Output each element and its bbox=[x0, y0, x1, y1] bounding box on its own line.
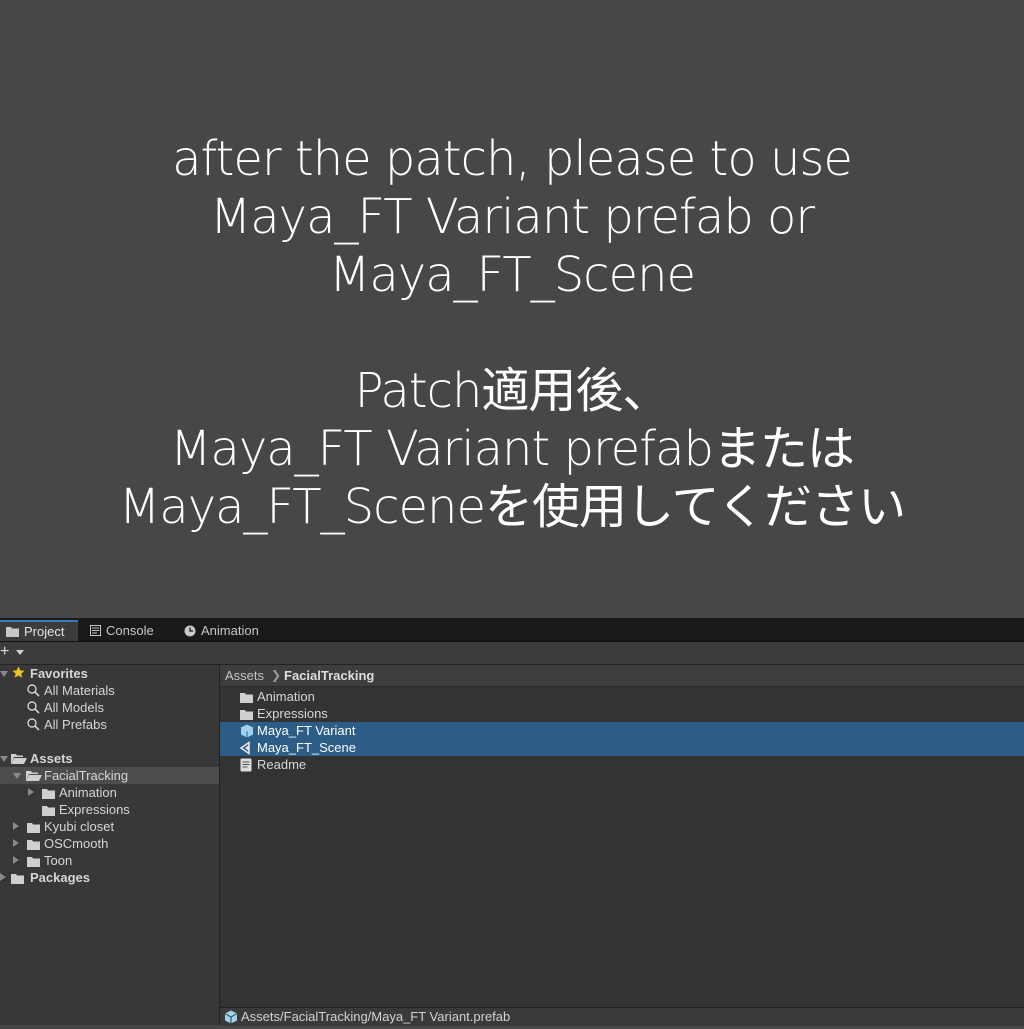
expand-arrow-icon[interactable] bbox=[0, 671, 8, 677]
file-row-expressions[interactable]: Expressions bbox=[220, 705, 1024, 722]
tree-label: Kyubi closet bbox=[44, 819, 115, 834]
tab-label: Console bbox=[106, 623, 154, 638]
animation-clock-icon bbox=[184, 625, 196, 637]
folder-icon bbox=[6, 626, 19, 637]
prefab-variant-icon bbox=[224, 1010, 238, 1029]
file-label: Animation bbox=[257, 689, 315, 704]
english-line-1: after the patch, please to use bbox=[172, 131, 853, 187]
star-icon bbox=[12, 666, 25, 683]
expand-arrow-icon[interactable] bbox=[0, 756, 8, 762]
tree-label: Animation bbox=[59, 785, 117, 800]
status-bar: Assets/FacialTracking/Maya_FT Variant.pr… bbox=[220, 1007, 1024, 1026]
breadcrumb-assets[interactable]: Assets bbox=[225, 665, 264, 686]
tab-console[interactable]: Console bbox=[84, 620, 174, 641]
selected-asset-path: Assets/FacialTracking/Maya_FT Variant.pr… bbox=[241, 1009, 511, 1024]
tree-label: OSCmooth bbox=[44, 836, 109, 851]
tree-label: Packages bbox=[30, 870, 90, 885]
tree-item-expressions[interactable]: Expressions bbox=[0, 801, 219, 818]
tree-item-toon[interactable]: Toon bbox=[0, 852, 219, 869]
file-label: Maya_FT_Scene bbox=[257, 740, 356, 755]
tree-item-assets[interactable]: Assets bbox=[0, 750, 219, 767]
tree-item-kyubi-closet[interactable]: Kyubi closet bbox=[0, 818, 219, 835]
chevron-down-icon[interactable] bbox=[16, 650, 24, 655]
tree-item-all-prefabs[interactable]: All Prefabs bbox=[0, 716, 219, 733]
tree-item-all-materials[interactable]: All Materials bbox=[0, 682, 219, 699]
tree-item-favorites[interactable]: Favorites bbox=[0, 665, 219, 682]
file-list-pane: Assets ❯ FacialTracking Animation Expres… bbox=[220, 665, 1024, 1026]
tree-item-all-models[interactable]: All Models bbox=[0, 699, 219, 716]
tree-label: All Models bbox=[44, 700, 104, 715]
file-row-readme[interactable]: Readme bbox=[220, 756, 1024, 773]
breadcrumb: Assets ❯ FacialTracking bbox=[220, 665, 1024, 687]
file-row-maya-ft-variant[interactable]: Maya_FT Variant bbox=[220, 722, 1024, 739]
tree-item-facialtracking[interactable]: FacialTracking bbox=[0, 767, 219, 784]
file-label: Maya_FT Variant bbox=[257, 723, 356, 738]
tab-label: Animation bbox=[201, 623, 259, 638]
announcement-text: after the patch, please to use Maya_FT V… bbox=[0, 130, 1024, 536]
tree-label: All Prefabs bbox=[44, 717, 107, 732]
add-button[interactable]: + bbox=[0, 644, 9, 660]
tab-project[interactable]: Project bbox=[0, 620, 78, 641]
file-label: Expressions bbox=[257, 706, 328, 721]
console-icon bbox=[90, 625, 101, 636]
japanese-line-2: Maya_FT Variant prefabまたは bbox=[170, 421, 855, 477]
expand-arrow-icon[interactable] bbox=[0, 873, 6, 881]
tab-label: Project bbox=[24, 624, 65, 639]
tree-label: FacialTracking bbox=[44, 768, 129, 783]
tree-label: Toon bbox=[44, 853, 73, 868]
expand-arrow-icon[interactable] bbox=[13, 822, 19, 830]
file-row-maya-ft-scene[interactable]: Maya_FT_Scene bbox=[220, 739, 1024, 756]
tree-label: Expressions bbox=[59, 802, 130, 817]
search-icon bbox=[27, 718, 40, 735]
tab-bar: Project Console Animation bbox=[0, 619, 1024, 642]
expand-arrow-icon[interactable] bbox=[13, 839, 19, 847]
tree-label: Assets bbox=[30, 751, 73, 766]
expand-arrow-icon[interactable] bbox=[28, 788, 34, 796]
project-window: Project Console Animation + Favorites Al… bbox=[0, 618, 1024, 1026]
breadcrumb-current[interactable]: FacialTracking bbox=[284, 665, 374, 686]
tab-animation[interactable]: Animation bbox=[178, 620, 278, 641]
tree-item-animation[interactable]: Animation bbox=[0, 784, 219, 801]
file-row-animation[interactable]: Animation bbox=[220, 688, 1024, 705]
chevron-right-icon: ❯ bbox=[271, 668, 282, 682]
expand-arrow-icon[interactable] bbox=[13, 856, 19, 864]
tree-item-oscmooth[interactable]: OSCmooth bbox=[0, 835, 219, 852]
folder-icon bbox=[11, 871, 24, 888]
english-line-2: Maya_FT Variant prefab or bbox=[209, 189, 815, 245]
english-line-3: Maya_FT_Scene bbox=[328, 247, 696, 303]
expand-arrow-icon[interactable] bbox=[13, 773, 21, 779]
tree-label: Favorites bbox=[30, 666, 88, 681]
text-asset-icon bbox=[240, 758, 252, 776]
file-label: Readme bbox=[257, 757, 307, 772]
tree-item-packages[interactable]: Packages bbox=[0, 869, 219, 886]
japanese-line-1: Patch適用後、 bbox=[354, 363, 671, 419]
folder-tree: Favorites All Materials All Models All P… bbox=[0, 665, 220, 1025]
tree-label: All Materials bbox=[44, 683, 115, 698]
project-toolbar: + bbox=[0, 642, 1024, 665]
japanese-line-3: Maya_FT_Sceneを使用してください bbox=[118, 479, 906, 535]
